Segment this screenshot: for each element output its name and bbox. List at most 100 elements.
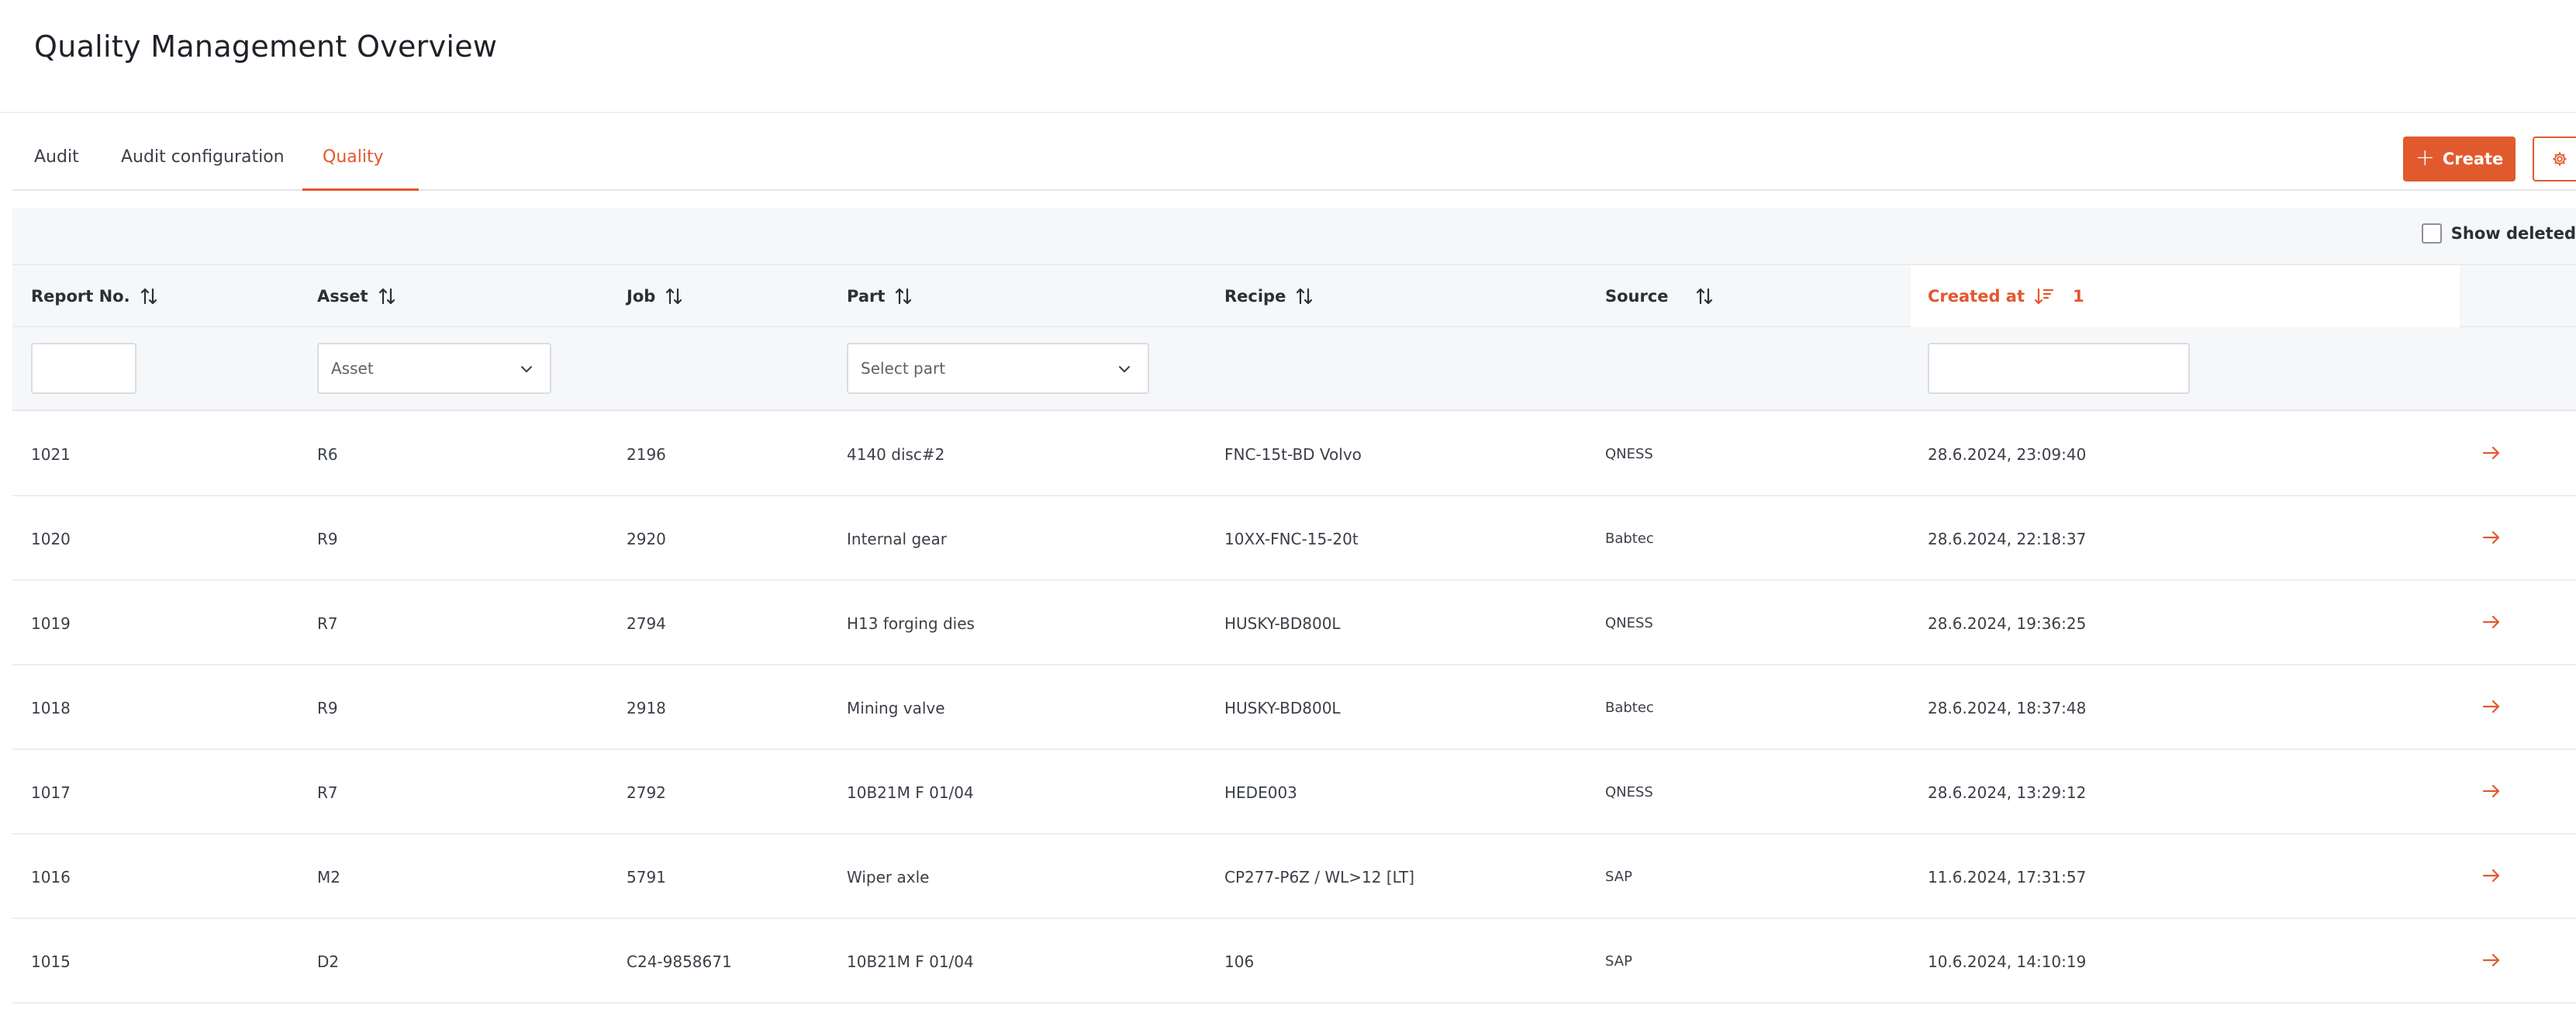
open-report-arrow-icon[interactable]: [2481, 443, 2502, 463]
column-header-label: Created at: [1928, 287, 2025, 306]
active-tab-indicator: [302, 188, 419, 191]
create-button-label: Create: [2442, 150, 2504, 168]
job-cell: 2794: [627, 613, 666, 633]
table-header: Report No. Asset Job Part Recipe Source: [12, 265, 2576, 327]
source-cell: QNESS: [1605, 784, 1653, 800]
created-at-cell: 28.6.2024, 23:09:40: [1928, 444, 2087, 464]
job-cell: 2196: [627, 444, 666, 464]
open-report-arrow-icon[interactable]: [2481, 781, 2502, 801]
created-at-filter-input[interactable]: [1928, 343, 2190, 394]
asset-cell: R6: [317, 444, 338, 464]
column-header-label: Source: [1605, 287, 1669, 306]
create-button[interactable]: + Create: [2403, 137, 2516, 181]
column-header-label: Job: [627, 287, 656, 306]
open-report-arrow-icon[interactable]: [2481, 527, 2502, 548]
column-header-report-no[interactable]: Report No.: [31, 265, 158, 327]
column-header-label: Report No.: [31, 287, 130, 306]
column-header-label: Asset: [317, 287, 368, 306]
tab-bar: Audit Audit configuration Quality: [12, 133, 2576, 191]
open-report-arrow-icon[interactable]: [2481, 696, 2502, 717]
sort-priority-badge: 1: [2073, 287, 2084, 306]
sort-icon: [378, 286, 396, 306]
sort-icon: [665, 286, 683, 306]
tab-quality[interactable]: Quality: [323, 133, 384, 191]
chevron-down-icon: [1119, 366, 1130, 372]
recipe-cell: HUSKY-BD800L: [1224, 698, 1341, 717]
source-cell: Babtec: [1605, 531, 1654, 547]
part-cell: 10B21M F 01/04: [847, 952, 974, 971]
job-cell: 2920: [627, 529, 666, 548]
show-deleted-checkbox[interactable]: [2421, 223, 2442, 244]
table-row[interactable]: 1020 R9 2920 Internal gear 10XX-FNC-15-20t Ba…: [12, 496, 2576, 581]
asset-filter-select[interactable]: Asset: [317, 343, 551, 394]
settings-button[interactable]: [2533, 137, 2576, 181]
part-cell: 10B21M F 01/04: [847, 783, 974, 802]
part-cell: Wiper axle: [847, 867, 930, 886]
chevron-down-icon: [521, 366, 532, 372]
part-filter-placeholder: Select part: [861, 359, 946, 378]
report-no-cell: 1016: [31, 867, 71, 886]
recipe-cell: HEDE003: [1224, 783, 1297, 802]
recipe-cell: CP277-P6Z / WL>12 [LT]: [1224, 867, 1415, 886]
created-at-cell: 28.6.2024, 13:29:12: [1928, 783, 2087, 802]
source-cell: SAP: [1605, 953, 1632, 969]
report-no-cell: 1020: [31, 529, 71, 548]
sort-icon: [894, 286, 913, 306]
plus-icon: +: [2415, 143, 2435, 171]
column-header-job[interactable]: Job: [627, 265, 683, 327]
job-cell: 2918: [627, 698, 666, 717]
recipe-cell: FNC-15t-BD Volvo: [1224, 444, 1362, 464]
recipe-cell: 106: [1224, 952, 1255, 971]
column-header-recipe[interactable]: Recipe: [1224, 265, 1314, 327]
sort-icon: [140, 286, 158, 306]
table-row[interactable]: 1015 D2 C24-9858671 10B21M F 01/04 106 SAP 10.…: [12, 919, 2576, 1004]
column-header-created-at[interactable]: Created at 1: [1911, 265, 2460, 327]
table-row[interactable]: 1021 R6 2196 4140 disc#2 FNC-15t-BD Volvo QNE…: [12, 412, 2576, 496]
sort-icon: [1295, 286, 1314, 306]
table-row[interactable]: 1019 R7 2794 H13 forging dies HUSKY-BD800L QN…: [12, 581, 2576, 665]
report-no-cell: 1017: [31, 783, 71, 802]
column-header-part[interactable]: Part: [847, 265, 913, 327]
gear-icon: [2553, 152, 2567, 166]
filter-row: Asset Select part: [12, 327, 2576, 411]
column-header-label: Recipe: [1224, 287, 1286, 306]
sort-icon: [1695, 286, 1714, 306]
source-cell: QNESS: [1605, 615, 1653, 631]
report-no-cell: 1019: [31, 613, 71, 633]
page-header: Quality Management Overview: [0, 0, 2576, 113]
report-no-cell: 1021: [31, 444, 71, 464]
part-cell: Internal gear: [847, 529, 947, 548]
show-deleted-toggle[interactable]: Show deleted: [2421, 223, 2576, 244]
report-no-filter-input[interactable]: [31, 343, 136, 394]
source-cell: Babtec: [1605, 700, 1654, 716]
table-row[interactable]: 1017 R7 2792 10B21M F 01/04 HEDE003 QNESS 28.6…: [12, 750, 2576, 835]
table-row[interactable]: 1018 R9 2918 Mining valve HUSKY-BD800L Babtec…: [12, 665, 2576, 750]
table-row[interactable]: 1016 M2 5791 Wiper axle CP277-P6Z / WL>12 [L…: [12, 835, 2576, 919]
column-header-label: Part: [847, 287, 886, 306]
asset-cell: R9: [317, 698, 338, 717]
created-at-cell: 28.6.2024, 18:37:48: [1928, 698, 2087, 717]
open-report-arrow-icon[interactable]: [2481, 950, 2502, 970]
open-report-arrow-icon[interactable]: [2481, 866, 2502, 886]
source-cell: SAP: [1605, 869, 1632, 885]
show-deleted-label: Show deleted: [2450, 224, 2576, 243]
source-cell: QNESS: [1605, 446, 1653, 462]
tab-audit-configuration[interactable]: Audit configuration: [121, 133, 285, 191]
table-toolbar: Show deleted: [12, 208, 2576, 265]
column-header-source[interactable]: Source: [1605, 265, 1714, 327]
part-filter-select[interactable]: Select part: [847, 343, 1149, 394]
asset-cell: R7: [317, 783, 338, 802]
column-header-asset[interactable]: Asset: [317, 265, 396, 327]
created-at-cell: 28.6.2024, 19:36:25: [1928, 613, 2087, 633]
asset-filter-placeholder: Asset: [331, 359, 374, 378]
part-cell: 4140 disc#2: [847, 444, 945, 464]
sort-descending-icon: [2034, 286, 2054, 306]
created-at-cell: 28.6.2024, 22:18:37: [1928, 529, 2087, 548]
asset-cell: R7: [317, 613, 338, 633]
asset-cell: M2: [317, 867, 340, 886]
open-report-arrow-icon[interactable]: [2481, 612, 2502, 632]
created-at-cell: 10.6.2024, 14:10:19: [1928, 952, 2087, 971]
part-cell: Mining valve: [847, 698, 945, 717]
page-title: Quality Management Overview: [34, 29, 498, 64]
tab-audit[interactable]: Audit: [34, 133, 79, 191]
